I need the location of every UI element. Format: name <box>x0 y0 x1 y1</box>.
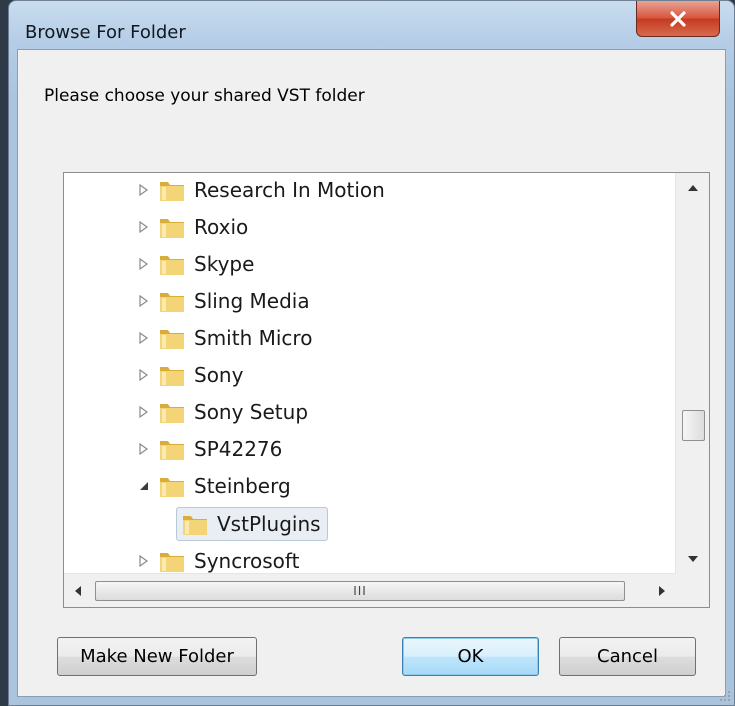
ok-button[interactable]: OK <box>402 637 539 676</box>
tree-item[interactable]: Roxio <box>136 211 248 243</box>
left-arrow-icon <box>75 585 81 596</box>
tree-item-label: Smith Micro <box>194 326 313 350</box>
tree-item[interactable]: Sling Media <box>136 285 310 317</box>
tree-item[interactable]: SP42276 <box>136 433 282 465</box>
expand-arrow-icon[interactable] <box>136 293 152 309</box>
folder-icon <box>160 478 184 497</box>
tree-item[interactable]: Smith Micro <box>136 322 312 354</box>
folder-icon <box>160 330 184 349</box>
cancel-button[interactable]: Cancel <box>559 637 696 676</box>
folder-icon <box>160 553 184 572</box>
tree-item-label: Steinberg <box>194 474 291 498</box>
scrollbar-corner <box>676 574 709 607</box>
scroll-left-button[interactable] <box>64 574 92 607</box>
make-new-folder-button[interactable]: Make New Folder <box>57 637 257 676</box>
folder-icon <box>160 219 184 238</box>
scroll-up-button[interactable] <box>676 173 709 203</box>
tree-item-label: Skype <box>194 252 255 276</box>
tree-item-label: Sony Setup <box>194 400 309 424</box>
expand-arrow-icon[interactable] <box>136 404 152 420</box>
folder-icon <box>160 293 184 312</box>
expand-arrow-icon[interactable] <box>136 219 152 235</box>
collapse-arrow-icon[interactable] <box>136 478 152 494</box>
close-icon <box>670 10 686 27</box>
up-arrow-icon <box>687 185 698 191</box>
tree-item-label: Roxio <box>194 215 249 239</box>
folder-icon <box>183 516 207 535</box>
folder-icon <box>160 404 184 423</box>
browse-for-folder-dialog: Browse For Folder Please choose your sha… <box>8 0 735 706</box>
prompt-text: Please choose your shared VST folder <box>44 86 365 106</box>
folder-icon <box>160 367 184 386</box>
tree-item[interactable]: Sony <box>136 359 243 391</box>
dialog-title: Browse For Folder <box>25 22 186 43</box>
close-button[interactable] <box>636 1 720 37</box>
scroll-down-button[interactable] <box>676 544 709 574</box>
folder-icon <box>160 441 184 460</box>
folder-tree[interactable]: Research In Motion Roxio Skype Sling Med… <box>63 172 710 608</box>
tree-item[interactable]: Research In Motion <box>136 174 385 206</box>
tree-item-label: VstPlugins <box>217 512 321 536</box>
tree-item-selected[interactable]: VstPlugins <box>176 507 328 541</box>
horizontal-scroll-thumb[interactable]: III <box>95 581 625 601</box>
expand-arrow-icon[interactable] <box>136 441 152 457</box>
vertical-scrollbar[interactable] <box>675 173 709 574</box>
tree-item[interactable]: Syncrosoft <box>136 545 299 574</box>
down-arrow-icon <box>687 556 698 562</box>
tree-item-label: Research In Motion <box>194 178 385 202</box>
tree-item[interactable]: Steinberg <box>136 470 291 502</box>
right-arrow-icon <box>659 585 665 596</box>
tree-item-label: Syncrosoft <box>194 549 300 573</box>
expand-arrow-icon[interactable] <box>136 182 152 198</box>
scroll-grip: III <box>353 584 367 598</box>
vertical-scroll-thumb[interactable] <box>682 410 705 441</box>
folder-icon <box>160 256 184 275</box>
tree-item-label: Sony <box>194 363 244 387</box>
expand-arrow-icon[interactable] <box>136 553 152 569</box>
resize-grip-icon[interactable] <box>719 690 731 702</box>
expand-arrow-icon[interactable] <box>136 367 152 383</box>
expand-arrow-icon[interactable] <box>136 256 152 272</box>
folder-tree-rows: Research In Motion Roxio Skype Sling Med… <box>64 173 676 574</box>
tree-item-label: Sling Media <box>194 289 310 313</box>
expand-arrow-icon[interactable] <box>136 330 152 346</box>
scroll-right-button[interactable] <box>648 574 676 607</box>
folder-icon <box>160 182 184 201</box>
tree-item[interactable]: Skype <box>136 248 254 280</box>
tree-item[interactable]: Sony Setup <box>136 396 308 428</box>
horizontal-scrollbar[interactable]: III <box>64 573 676 607</box>
tree-item-label: SP42276 <box>194 437 283 461</box>
